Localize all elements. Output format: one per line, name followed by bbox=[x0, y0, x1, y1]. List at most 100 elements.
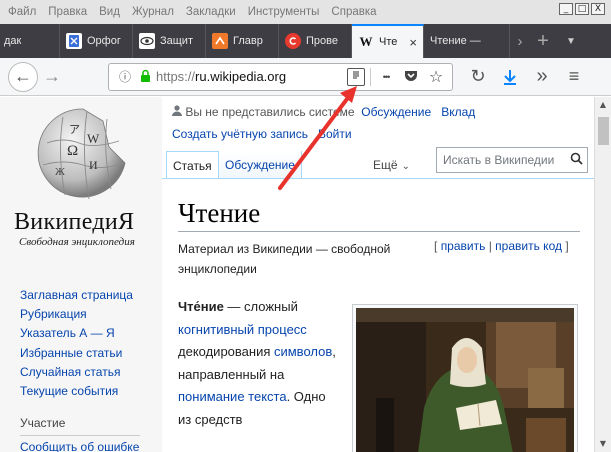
personal-tools-row2: Создать учётную запись Войти bbox=[172, 127, 352, 141]
tab-article[interactable]: Статья bbox=[166, 151, 219, 179]
web-page: Ω W ア И Ж ВикипедиЯ Свободная энциклопед… bbox=[0, 97, 594, 452]
page-actions-icon[interactable]: ••• bbox=[376, 72, 396, 82]
maximize-button[interactable]: □ bbox=[575, 3, 589, 15]
menu-bookmarks[interactable]: Закладки bbox=[180, 6, 242, 18]
more-label: Ещё bbox=[373, 158, 398, 172]
reader-view-icon[interactable] bbox=[347, 67, 365, 86]
bookmark-star-icon[interactable]: ☆ bbox=[426, 67, 446, 87]
menu-edit[interactable]: Правка bbox=[42, 6, 93, 18]
site-subtitle: Материал из Википедии — свободной энцикл… bbox=[178, 242, 391, 276]
svg-text:W: W bbox=[87, 131, 100, 146]
wikipedia-w-icon: W bbox=[359, 34, 373, 49]
personal-tools: Вы не представились системе Обсуждение В… bbox=[172, 105, 475, 119]
para-text-2: декодирования bbox=[178, 344, 274, 359]
svg-text:Ω: Ω bbox=[67, 143, 78, 159]
list-all-tabs-icon[interactable]: ▼ bbox=[556, 24, 586, 58]
link-symbols[interactable]: символов bbox=[274, 344, 332, 359]
url-text[interactable]: https://ru.wikipedia.org bbox=[156, 69, 342, 84]
address-bar[interactable]: ⓘ https://ru.wikipedia.org ••• ☆ bbox=[108, 62, 453, 91]
anon-user-icon bbox=[172, 105, 185, 119]
menu-history[interactable]: Журнал bbox=[126, 6, 180, 18]
edit-link[interactable]: править bbox=[441, 239, 486, 253]
menu-view[interactable]: Вид bbox=[93, 6, 126, 18]
sidebar-section-heading: Участие bbox=[20, 416, 66, 430]
tab-label: дак bbox=[4, 35, 22, 47]
personal-contrib-link[interactable]: Вклад bbox=[441, 105, 475, 119]
scroll-up-icon[interactable]: ▲ bbox=[595, 97, 611, 113]
menu-tools[interactable]: Инструменты bbox=[242, 6, 326, 18]
menu-file[interactable]: Файл bbox=[0, 6, 42, 18]
link-text-comprehension[interactable]: понимание текста bbox=[178, 389, 287, 404]
anon-notice: Вы не представились системе bbox=[185, 105, 355, 119]
lock-icon[interactable] bbox=[140, 69, 151, 85]
scroll-down-icon[interactable]: ▼ bbox=[595, 436, 611, 452]
hamburger-menu-icon[interactable]: ≡ bbox=[559, 63, 589, 91]
sidebar-item-index[interactable]: Указатель А — Я bbox=[20, 324, 133, 343]
glavred-icon bbox=[212, 33, 228, 49]
tab-orthography[interactable]: Орфог bbox=[60, 24, 133, 58]
tabs-underline bbox=[162, 178, 594, 179]
tab-reading-2[interactable]: Чтение — bbox=[424, 24, 510, 58]
wikipedia-wordmark[interactable]: ВикипедиЯ bbox=[14, 209, 134, 236]
vertical-scrollbar[interactable]: ▲ ▼ bbox=[594, 97, 611, 452]
url-host: ru.wikipedia.org bbox=[195, 69, 287, 84]
svg-text:ア: ア bbox=[69, 124, 80, 136]
close-tab-icon[interactable]: × bbox=[409, 35, 417, 50]
edit-source-link[interactable]: править код bbox=[495, 239, 562, 253]
reload-button[interactable]: ↻ bbox=[463, 63, 493, 91]
tab-label: Главр bbox=[233, 35, 263, 47]
back-button[interactable]: ← bbox=[8, 61, 38, 92]
tab-label: Чтение — bbox=[430, 35, 481, 47]
tab-1[interactable]: дак bbox=[0, 24, 60, 58]
bracket-close: ] bbox=[565, 239, 569, 253]
search-icon[interactable] bbox=[565, 152, 587, 168]
wikipedia-globe-logo[interactable]: Ω W ア И Ж bbox=[33, 103, 133, 207]
more-menu[interactable]: Ещё ⌄ bbox=[367, 151, 416, 179]
sidebar-item-featured[interactable]: Избранные статьи bbox=[20, 344, 133, 363]
tab-protect[interactable]: Защит bbox=[133, 24, 206, 58]
new-tab-button[interactable]: + bbox=[530, 24, 556, 58]
close-window-button[interactable]: X bbox=[591, 3, 605, 15]
wiki-content: Вы не представились системе Обсуждение В… bbox=[162, 97, 594, 452]
search-input[interactable]: Искать в Википедии bbox=[436, 147, 588, 173]
sidebar-divider bbox=[20, 435, 140, 436]
create-account-link[interactable]: Создать учётную запись bbox=[172, 127, 308, 141]
download-icon[interactable] bbox=[495, 63, 525, 91]
tab-label: Орфог bbox=[87, 35, 121, 47]
sidebar-item-current-events[interactable]: Текущие события bbox=[20, 382, 133, 401]
wiki-sidebar: Ω W ア И Ж ВикипедиЯ Свободная энциклопед… bbox=[0, 97, 162, 452]
tab-talk[interactable]: Обсуждение bbox=[219, 151, 302, 179]
bracket-open: [ bbox=[434, 239, 438, 253]
tab-check[interactable]: Прове bbox=[279, 24, 352, 58]
search-placeholder: Искать в Википедии bbox=[443, 153, 555, 167]
para-text-1: — сложный bbox=[223, 299, 298, 314]
svg-text:И: И bbox=[89, 158, 98, 172]
sidebar-item-categories[interactable]: Рубрикация bbox=[20, 305, 133, 324]
page-title: Чтение bbox=[178, 198, 261, 228]
overflow-icon[interactable]: » bbox=[527, 63, 557, 91]
sidebar-item-random[interactable]: Случайная статья bbox=[20, 363, 133, 382]
menu-help[interactable]: Справка bbox=[325, 6, 382, 18]
scroll-thumb[interactable] bbox=[598, 117, 609, 145]
link-cognitive-process[interactable]: когнитивный процесс bbox=[178, 322, 307, 337]
tab-label: Защит bbox=[160, 35, 193, 47]
tab-reading-active[interactable]: W Чте × bbox=[352, 24, 424, 58]
tab-label: Прове bbox=[306, 35, 338, 47]
scroll-tabs-right-icon[interactable]: › bbox=[510, 24, 530, 58]
sidebar-item-main-page[interactable]: Заглавная страница bbox=[20, 286, 133, 305]
svg-text:Ж: Ж bbox=[55, 166, 65, 178]
pocket-icon[interactable] bbox=[401, 69, 421, 85]
forward-button[interactable]: → bbox=[38, 63, 66, 91]
article-image[interactable] bbox=[352, 304, 578, 452]
copyright-icon bbox=[285, 33, 301, 49]
info-icon[interactable]: ⓘ bbox=[115, 68, 135, 85]
minimize-button[interactable]: _ bbox=[559, 3, 573, 15]
personal-talk-link[interactable]: Обсуждение bbox=[361, 105, 431, 119]
navigation-toolbar: ← → ⓘ https://ru.wikipedia.org ••• ☆ ↻ »… bbox=[0, 58, 611, 96]
tab-glavred[interactable]: Главр bbox=[206, 24, 279, 58]
article-paragraph: Чте́ние — сложный когнитивный процесс де… bbox=[178, 296, 338, 431]
sidebar-item-report-error[interactable]: Сообщить об ошибке bbox=[20, 440, 139, 452]
login-link[interactable]: Войти bbox=[318, 127, 352, 141]
separator bbox=[370, 67, 371, 86]
menu-bar: Файл Правка Вид Журнал Закладки Инструме… bbox=[0, 0, 611, 24]
